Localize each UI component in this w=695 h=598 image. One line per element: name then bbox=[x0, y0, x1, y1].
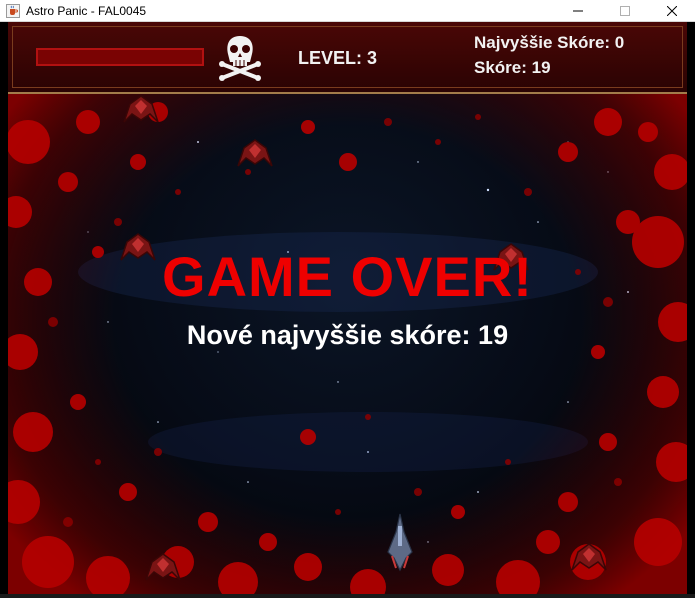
window-titlebar: Astro Panic - FAL0045 bbox=[0, 0, 695, 22]
hud-panel: LEVEL: 3 Najvyššie Skóre: 0 Skóre: 19 bbox=[8, 22, 687, 94]
game-canvas[interactable]: LEVEL: 3 Najvyššie Skóre: 0 Skóre: 19 GA… bbox=[8, 22, 687, 598]
score-label: Skóre: 19 bbox=[474, 58, 551, 77]
java-cup-icon bbox=[6, 4, 20, 18]
maximize-icon bbox=[620, 6, 630, 16]
player-ship bbox=[387, 513, 413, 572]
high-score-label: Najvyššie Skóre: 0 bbox=[474, 33, 625, 52]
enemy-ship bbox=[237, 139, 273, 167]
enemy-ship bbox=[123, 95, 159, 123]
maximize-button[interactable] bbox=[602, 0, 648, 22]
minimize-icon bbox=[573, 10, 583, 12]
minimize-button[interactable] bbox=[555, 0, 601, 22]
enemy-ship bbox=[145, 553, 181, 581]
window-bottom-edge bbox=[0, 594, 695, 598]
window-title: Astro Panic - FAL0045 bbox=[26, 4, 147, 18]
skull-crossbones-icon bbox=[219, 36, 261, 81]
blood-splatter-overlay bbox=[8, 22, 687, 598]
health-bar bbox=[36, 48, 204, 66]
close-icon bbox=[667, 6, 677, 16]
level-indicator: LEVEL: 3 bbox=[298, 48, 378, 68]
game-over-title: GAME OVER! bbox=[162, 245, 533, 308]
close-button[interactable] bbox=[649, 0, 695, 22]
new-high-score-message: Nové najvyššie skóre: 19 bbox=[186, 320, 509, 350]
enemy-ship bbox=[571, 543, 607, 571]
